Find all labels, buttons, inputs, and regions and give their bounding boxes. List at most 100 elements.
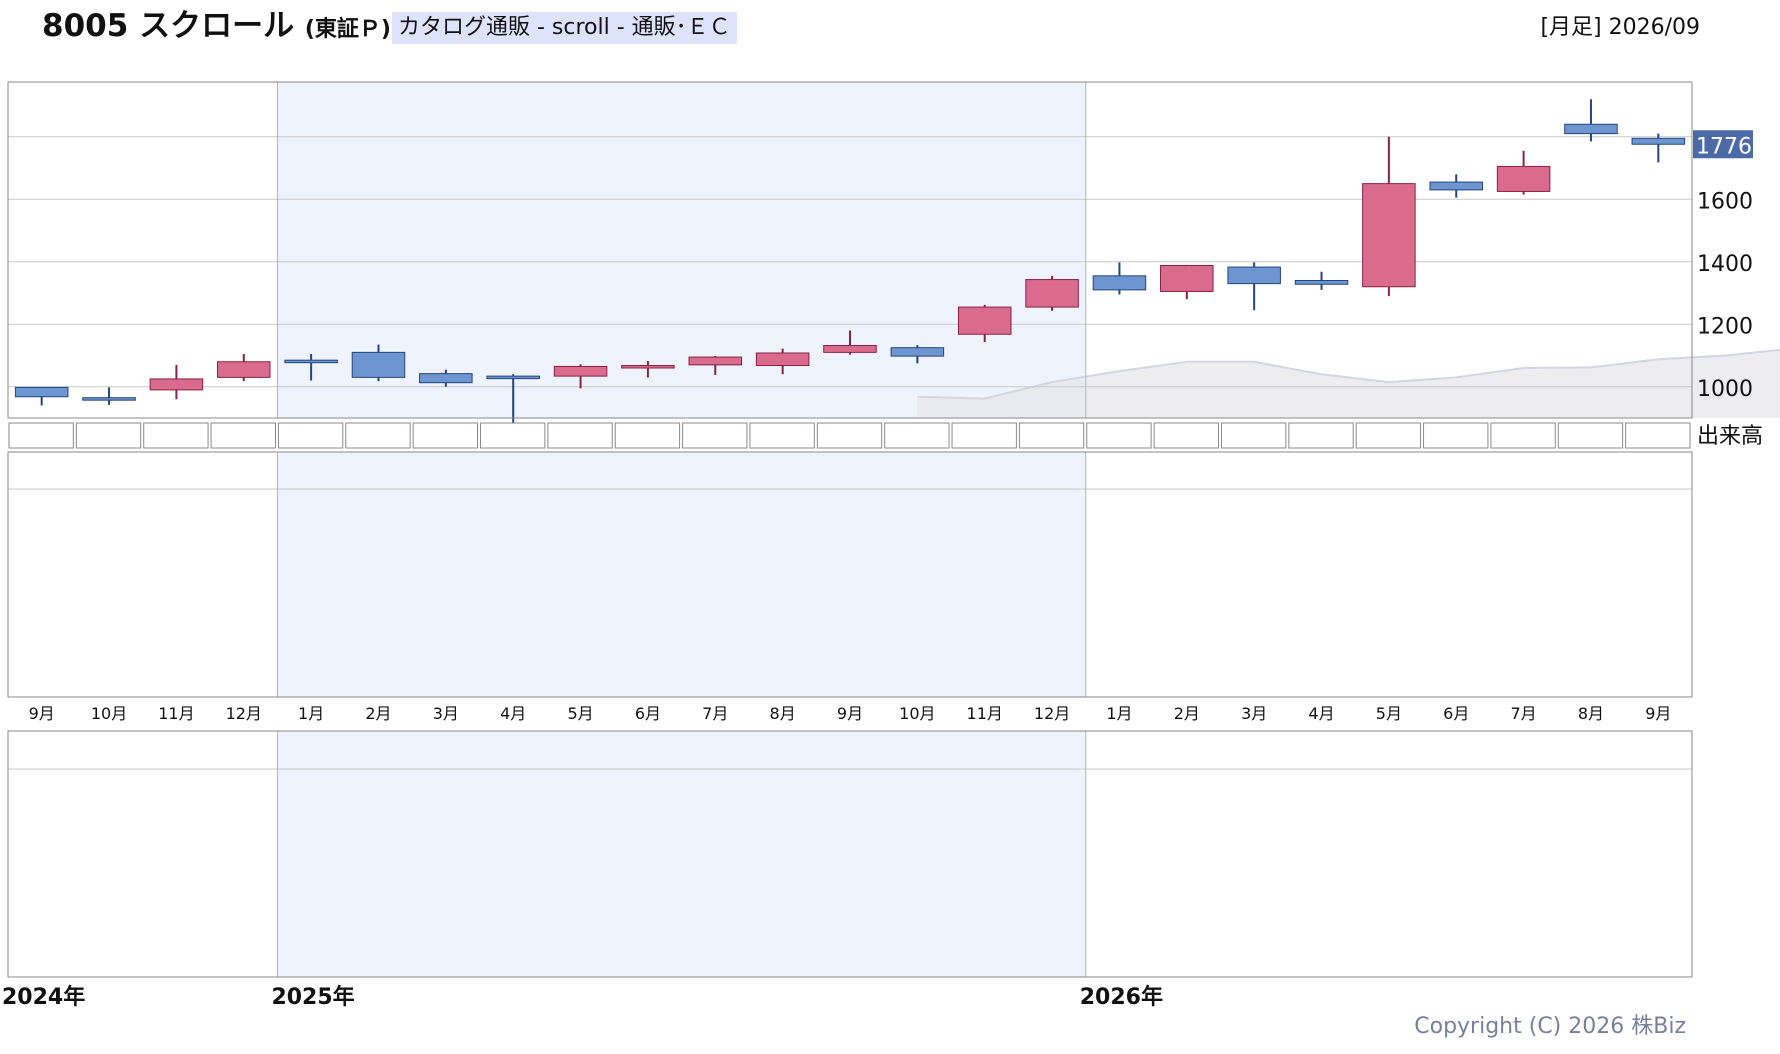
candle [1025,275,1079,311]
candle-body [149,378,204,391]
volume-label: 出来高 [1697,424,1763,449]
x-month-label: 9月 [837,704,863,723]
y-tick-label: 1200 [1697,314,1753,339]
x-month-label: 3月 [433,704,459,723]
candle-body [688,356,743,366]
volume-cell [1018,422,1085,449]
x-month-label: 5月 [1376,704,1402,723]
x-month-label: 6月 [1443,704,1469,723]
candle-body [890,347,945,357]
volume-cell [277,422,344,449]
x-month-label: 11月 [158,704,194,723]
volume-cell [75,422,142,449]
x-month-label: 10月 [91,704,127,723]
candle [1294,271,1349,290]
x-month-label: 4月 [500,704,526,723]
volume-cell [1086,422,1152,449]
candle-body [1429,181,1484,191]
candle-body [216,361,271,378]
volume-cell [1288,422,1354,449]
volume-cell [1490,422,1556,449]
x-month-label: 1月 [1106,704,1132,723]
candle-body [621,365,675,369]
candle [1362,136,1416,297]
volume-cell [8,422,74,449]
candle-body [1496,165,1551,192]
candle-body [284,359,338,364]
candle-body [1092,275,1147,291]
x-year-label: 2025年 [271,984,354,1010]
x-month-label: 4月 [1308,704,1334,723]
volume-cell [1423,422,1489,449]
candle [82,387,136,405]
volume-cell [1355,422,1422,449]
indicator-panel-2-year-band [277,731,1086,977]
candle [1631,133,1686,163]
candle [1227,262,1281,311]
volume-cell [1220,422,1287,449]
x-month-label: 3月 [1241,704,1267,723]
x-month-label: 11月 [967,704,1003,723]
x-year-label: 2024年 [2,984,85,1010]
x-month-label: 6月 [635,704,661,723]
y-tick-label: 1400 [1697,252,1753,277]
last-price-label: 1776 [1696,134,1752,159]
x-month-label: 2月 [365,704,391,723]
x-month-label: 7月 [1511,704,1537,723]
candle-body [1025,279,1079,308]
stock-chart: 1000 1200 1400 1600 1776 出来高 9月 10月 11月 12月 1月 2月 3月… [2,81,1780,1010]
candle-body [1362,183,1416,288]
candle-body [351,351,406,378]
candle-body [957,306,1012,335]
volume-cell [143,422,209,449]
volume-cell [1153,422,1219,449]
candle-body [1160,265,1214,292]
volume-cell [682,422,748,449]
y-tick-label: 1600 [1697,189,1753,214]
volume-cell [480,422,546,449]
candle [1564,99,1618,142]
candle-body [486,375,540,380]
x-month-label: 12月 [226,704,262,723]
candle [1496,150,1551,195]
volume-cell [1557,422,1624,449]
x-month-label: 8月 [770,704,796,723]
candle-body [82,397,136,401]
x-month-label: 8月 [1578,704,1604,723]
candle-body [419,373,473,384]
candle-body [823,345,877,353]
candle-body [553,365,608,377]
volume-cell [951,422,1017,449]
volume-cell [1625,422,1691,449]
candle [1429,174,1484,198]
volume-cell [412,422,479,449]
y-tick-label: 1000 [1697,377,1753,402]
x-month-label: 9月 [1645,704,1671,723]
x-month-label: 12月 [1034,704,1070,723]
volume-cell [884,422,950,449]
candle-body [1631,137,1686,145]
candle-body [14,386,69,398]
candle-body [1294,280,1349,285]
candle [149,364,204,400]
x-month-label: 9月 [29,704,55,723]
candle-body [755,352,810,366]
x-month-label: 1月 [298,704,324,723]
volume-cell [210,422,276,449]
candle [1160,264,1214,300]
volume-cell [547,422,613,449]
x-month-label: 5月 [567,704,593,723]
volume-cell [345,422,411,449]
volume-cell [749,422,815,449]
candle-body [1564,123,1618,135]
x-month-label: 10月 [899,704,935,723]
x-month-label: 2月 [1174,704,1200,723]
x-month-label: 7月 [702,704,728,723]
volume-cell [816,422,883,449]
candle-body [1227,266,1281,285]
volume-cell [614,422,681,449]
candle [14,386,69,406]
x-year-label: 2026年 [1080,984,1163,1010]
candle [216,353,271,382]
candle [1092,262,1147,295]
